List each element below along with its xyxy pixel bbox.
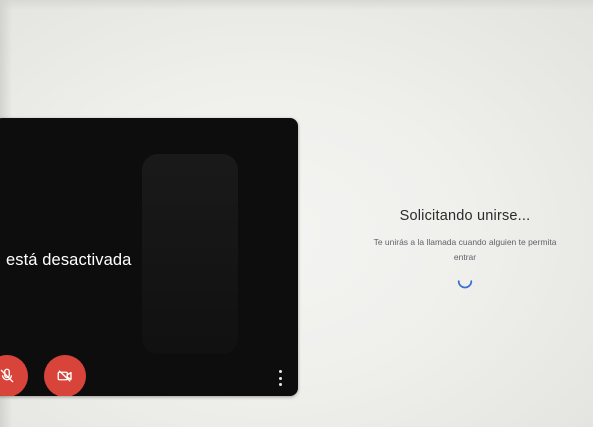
join-subtitle: Te unirás a la llamada cuando alguien te… <box>373 237 557 262</box>
join-status-panel: Solicitando unirse... Te unirás a la lla… <box>360 208 570 289</box>
videocam-off-icon <box>57 370 72 382</box>
camera-toggle-button[interactable] <box>44 355 86 396</box>
camera-off-message: está desactivada <box>6 251 132 269</box>
mic-toggle-button[interactable] <box>0 355 28 396</box>
join-title: Solicitando unirse... <box>399 208 531 224</box>
screen-top-edge <box>0 0 593 10</box>
mic-off-icon <box>0 368 14 383</box>
screen-reflection <box>142 154 238 354</box>
loading-spinner-icon <box>457 280 473 289</box>
more-vert-icon[interactable] <box>277 370 283 386</box>
meeting-join-screen: está desactivada Solicitando unirse... T… <box>0 0 593 427</box>
video-preview: está desactivada <box>0 118 298 396</box>
